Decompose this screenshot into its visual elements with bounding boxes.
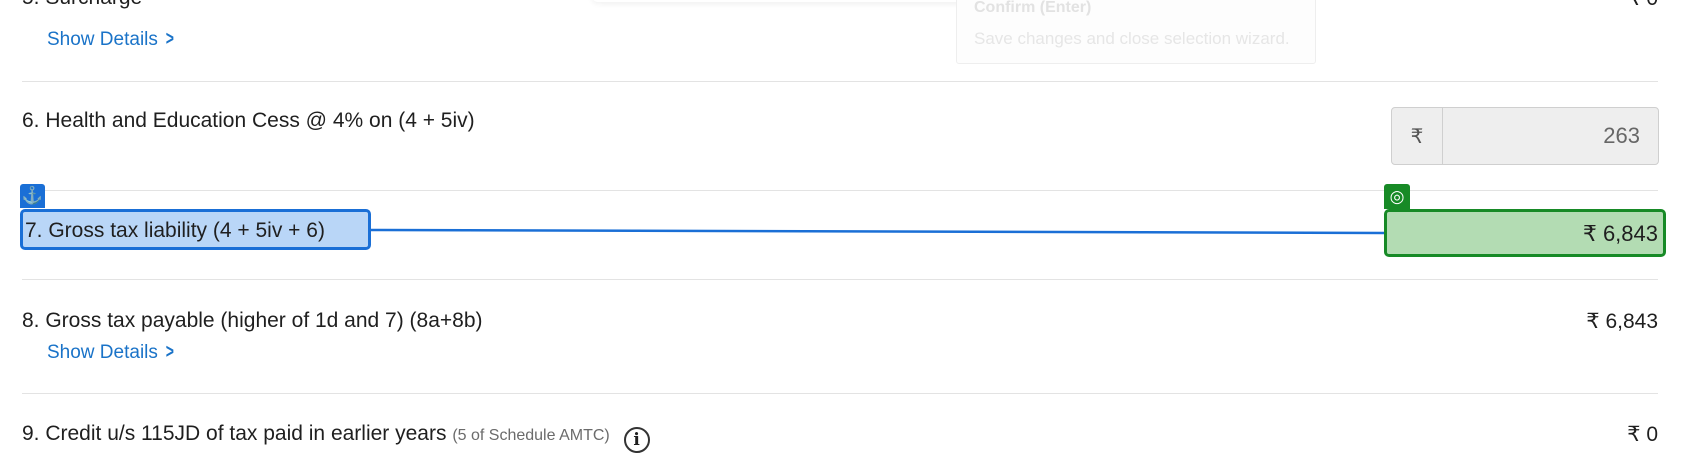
gross-tax-payable-amount: ₹ 6,843: [1586, 310, 1658, 333]
gross-tax-liability-amount[interactable]: ₹ 6,843: [1384, 209, 1666, 257]
target-icon: ◎: [1384, 184, 1410, 209]
chevron-right-icon: >: [165, 341, 174, 363]
gross-tax-payable-title: 8. Gross tax payable (higher of 1d and 7…: [22, 309, 483, 332]
credit-115jd-title: 9. Credit u/s 115JD of tax paid in earli…: [22, 422, 650, 453]
divider: [22, 279, 1658, 280]
info-icon[interactable]: i: [623, 427, 650, 453]
gross-tax-liability-label[interactable]: 7. Gross tax liability (4 + 5iv + 6): [20, 209, 371, 250]
divider: [22, 393, 1658, 394]
gross-tax-payable-show-details-link[interactable]: Show Details >: [47, 341, 176, 364]
credit-115jd-label: 9. Credit u/s 115JD of tax paid in earli…: [22, 422, 447, 445]
show-details-label: Show Details: [47, 342, 158, 363]
anchor-icon: ⚓: [20, 184, 45, 208]
gross-tax-liability-title: 7. Gross tax liability (4 + 5iv + 6): [25, 219, 325, 242]
gross-tax-liability-value: ₹ 6,843: [1582, 221, 1658, 246]
credit-115jd-amount: ₹ 0: [1627, 423, 1658, 446]
credit-115jd-note: (5 of Schedule AMTC): [452, 427, 610, 444]
